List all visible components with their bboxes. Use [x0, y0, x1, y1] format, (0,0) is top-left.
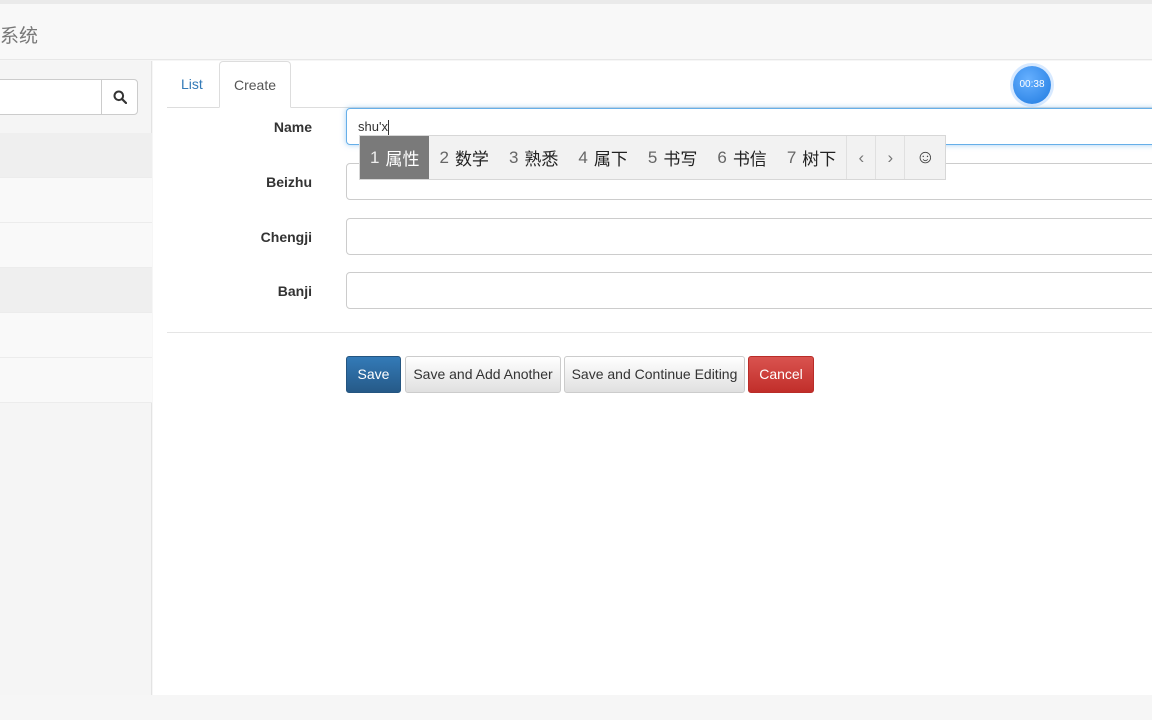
save-add-another-button[interactable]: Save and Add Another [405, 356, 561, 393]
sidebar-item[interactable] [0, 178, 152, 223]
ime-candidate-text: 熟悉 [524, 150, 559, 169]
navbar: 系统 [0, 4, 1152, 60]
sidebar [0, 61, 152, 695]
chengji-label: Chengji [260, 229, 312, 245]
beizhu-label: Beizhu [266, 174, 312, 190]
cancel-button[interactable]: Cancel [748, 356, 814, 393]
sidebar-list [0, 133, 152, 403]
form-divider [167, 332, 1152, 333]
name-label: Name [273, 119, 312, 135]
ime-candidate-2[interactable]: 2 数学 [429, 136, 498, 179]
search-icon [113, 90, 127, 104]
ime-candidate-number: 1 [370, 147, 380, 167]
ime-candidate-text: 树下 [802, 150, 837, 169]
sidebar-item[interactable] [0, 313, 152, 358]
tab-bar: List Create [167, 61, 1152, 108]
ime-candidate-3[interactable]: 3 熟悉 [499, 136, 568, 179]
name-input-value: shu'x [358, 119, 388, 134]
sidebar-item[interactable] [0, 268, 152, 313]
text-cursor [387, 119, 389, 136]
ime-candidate-number: 4 [578, 147, 588, 167]
emoji-icon[interactable]: ☺ [904, 136, 945, 179]
ime-candidate-number: 6 [717, 147, 727, 167]
ime-candidate-number: 2 [439, 147, 449, 167]
ime-candidate-6[interactable]: 6 书信 [707, 136, 776, 179]
ime-candidate-bar: 1 属性 2 数学 3 熟悉 4 属下 5 书写 6 书信 7 树下 ‹ › ☺ [359, 135, 947, 180]
sidebar-search-input[interactable] [0, 79, 102, 115]
ime-candidate-number: 7 [786, 147, 797, 167]
app-title: 系统 [0, 26, 39, 47]
ime-next-page-icon[interactable]: › [875, 136, 904, 179]
ime-candidate-1[interactable]: 1 属性 [360, 136, 430, 179]
ime-candidate-number: 5 [647, 147, 658, 167]
ime-candidate-text: 属下 [593, 150, 628, 169]
banji-input[interactable] [346, 272, 1152, 309]
tab-list[interactable]: List [167, 61, 217, 107]
ime-candidate-5[interactable]: 5 书写 [638, 136, 707, 179]
save-continue-editing-button[interactable]: Save and Continue Editing [564, 356, 745, 393]
recording-timer[interactable]: 00:38 [1013, 66, 1051, 104]
chengji-input[interactable] [346, 218, 1152, 255]
ime-candidate-text: 数学 [454, 150, 489, 169]
ime-candidate-4[interactable]: 4 属下 [568, 136, 637, 179]
ime-prev-page-icon[interactable]: ‹ [846, 136, 875, 179]
tab-create[interactable]: Create [219, 61, 292, 108]
sidebar-item[interactable] [0, 358, 152, 403]
sidebar-item[interactable] [0, 133, 152, 178]
ime-candidate-text: 书写 [663, 150, 698, 169]
ime-candidate-text: 属性 [385, 150, 420, 169]
ime-candidate-text: 书信 [732, 150, 767, 169]
sidebar-search-button[interactable] [101, 79, 138, 115]
sidebar-item[interactable] [0, 223, 152, 268]
ime-candidate-7[interactable]: 7 树下 [777, 136, 846, 179]
save-button[interactable]: Save [346, 356, 401, 393]
banji-label: Banji [277, 283, 312, 299]
ime-candidate-number: 3 [508, 147, 519, 167]
